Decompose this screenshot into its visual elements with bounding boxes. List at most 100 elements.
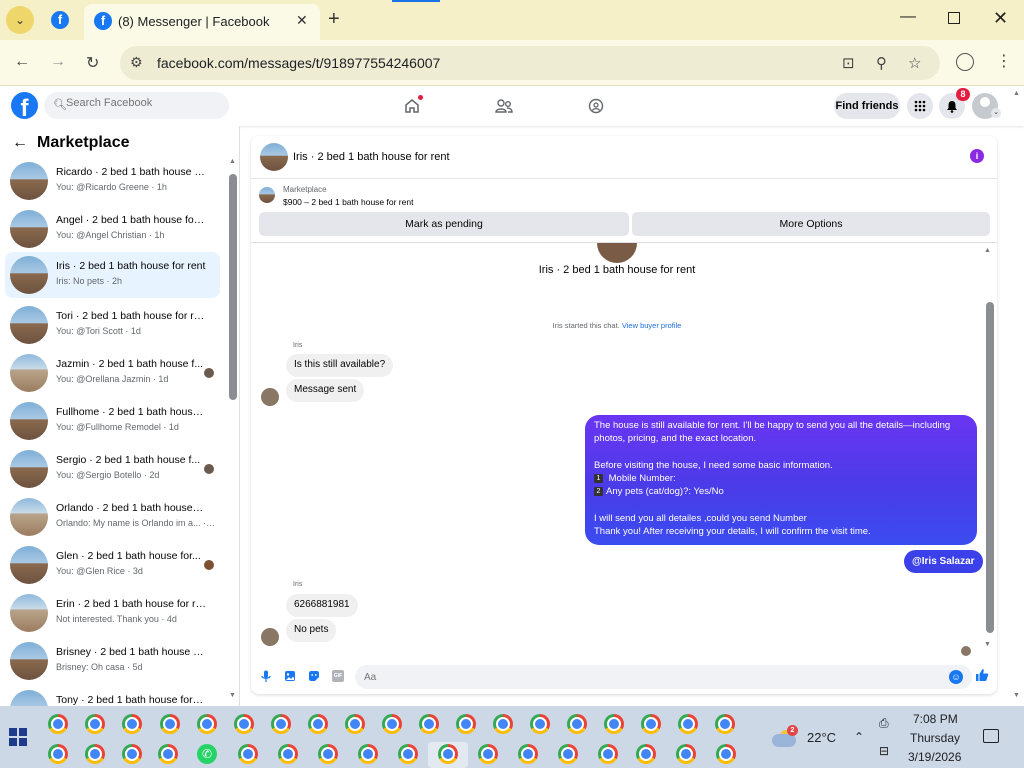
back-icon[interactable]: ← [14, 53, 30, 71]
sidebar-scroll-down-icon[interactable]: ▼ [229, 692, 236, 699]
conversation-item[interactable]: Orlando · 2 bed 1 bath house f... Orland… [5, 494, 220, 540]
chrome-taskbar-icon[interactable] [678, 714, 698, 734]
browser-menu-icon[interactable]: ⋮ [996, 51, 1012, 71]
chrome-taskbar-icon[interactable] [604, 714, 624, 734]
chrome-taskbar-icon[interactable] [271, 714, 291, 734]
photo-icon[interactable] [283, 670, 297, 684]
chrome-taskbar-icon[interactable] [197, 714, 217, 734]
chrome-taskbar-icon[interactable] [158, 744, 178, 764]
bookmark-star-icon[interactable]: ☆ [908, 54, 921, 72]
profile-icon[interactable] [956, 53, 974, 71]
chrome-taskbar-icon[interactable] [641, 714, 661, 734]
chrome-taskbar-icon[interactable] [398, 744, 418, 764]
chrome-taskbar-icon[interactable] [122, 714, 142, 734]
zoom-icon[interactable]: ⚲ [876, 54, 887, 72]
chrome-taskbar-icon[interactable] [598, 744, 618, 764]
windows-start-icon[interactable] [9, 728, 27, 746]
clock-day[interactable]: Thursday [910, 731, 960, 745]
reload-icon[interactable]: ↻ [86, 53, 99, 73]
conversation-item[interactable]: Tori · 2 bed 1 bath house for rent You: … [5, 302, 220, 348]
chrome-taskbar-icon[interactable] [85, 744, 105, 764]
network-icon[interactable]: ⊟ [879, 744, 889, 758]
facebook-tab-icon[interactable]: f [51, 11, 69, 29]
message-bubble-incoming[interactable]: 6266881981 [286, 594, 358, 617]
sticker-icon[interactable] [307, 670, 321, 684]
chrome-taskbar-icon[interactable] [238, 744, 258, 764]
tab-close-icon[interactable]: ✕ [296, 12, 308, 29]
chrome-taskbar-icon[interactable] [48, 744, 68, 764]
chat-scroll-down-icon[interactable]: ▼ [984, 641, 991, 648]
conversation-item[interactable]: Tony · 2 bed 1 bath house for r... [5, 686, 220, 706]
groups-icon[interactable] [585, 95, 607, 117]
chrome-taskbar-icon[interactable] [716, 744, 736, 764]
chrome-taskbar-icon[interactable] [636, 744, 656, 764]
chat-avatar[interactable] [260, 143, 288, 171]
chat-scrollbar[interactable] [986, 302, 994, 633]
tab-messenger[interactable]: f (8) Messenger | Facebook ✕ [84, 4, 320, 40]
window-close-icon[interactable]: ✕ [993, 8, 1008, 29]
forward-icon[interactable]: → [50, 53, 66, 71]
gif-icon[interactable]: GIF [332, 670, 344, 682]
listing-price[interactable]: $900 – 2 bed 1 bath house for rent [283, 197, 413, 207]
conversation-item[interactable]: Angel · 2 bed 1 bath house for ... You: … [5, 206, 220, 252]
more-options-button[interactable]: More Options [632, 212, 990, 236]
mention-bubble-outgoing[interactable]: @Iris Salazar [904, 550, 983, 573]
sidebar-scrollbar[interactable] [229, 174, 237, 400]
chrome-taskbar-icon[interactable] [518, 744, 538, 764]
restore-icon[interactable] [948, 12, 960, 24]
view-buyer-profile-link[interactable]: View buyer profile [622, 321, 681, 330]
message-bubble-incoming[interactable]: No pets [286, 619, 337, 642]
chrome-taskbar-icon[interactable] [676, 744, 696, 764]
meet-now-icon[interactable]: ⎙ [879, 716, 889, 731]
install-app-icon[interactable]: ⊡ [842, 54, 855, 72]
account-chevron-icon[interactable]: ⌄ [991, 108, 1001, 118]
whatsapp-taskbar-icon[interactable]: ✆ [197, 744, 217, 764]
conversation-item[interactable]: Glen · 2 bed 1 bath house for... You: @G… [5, 542, 220, 588]
chrome-taskbar-icon[interactable] [530, 714, 550, 734]
chrome-taskbar-icon[interactable] [122, 744, 142, 764]
sender-avatar[interactable] [261, 628, 279, 646]
sidebar-scroll-up-icon[interactable]: ▲ [229, 158, 236, 165]
chrome-taskbar-icon[interactable] [456, 714, 476, 734]
chrome-taskbar-icon[interactable] [358, 744, 378, 764]
chrome-taskbar-icon[interactable] [278, 744, 298, 764]
chat-title[interactable]: Iris · 2 bed 1 bath house for rent [293, 151, 450, 163]
chrome-taskbar-icon[interactable] [478, 744, 498, 764]
search-box[interactable]: 🔍︎ [44, 92, 229, 119]
conversation-item[interactable]: Erin · 2 bed 1 bath house for rent Not i… [5, 590, 220, 636]
chrome-taskbar-icon[interactable] [558, 744, 578, 764]
chrome-taskbar-icon[interactable] [160, 714, 180, 734]
conversation-item[interactable]: Fullhome · 2 bed 1 bath house f... You: … [5, 398, 220, 444]
back-arrow-icon[interactable]: ← [12, 134, 28, 152]
search-input[interactable] [66, 97, 226, 109]
chrome-taskbar-icon[interactable] [567, 714, 587, 734]
microphone-icon[interactable] [259, 670, 273, 684]
message-bubble-outgoing[interactable]: The house is still available for rent. I… [585, 415, 977, 545]
chrome-taskbar-icon[interactable] [85, 714, 105, 734]
emoji-icon[interactable]: ☺ [949, 670, 963, 684]
message-input[interactable] [355, 665, 972, 689]
thumbs-up-icon[interactable] [975, 668, 989, 685]
chrome-taskbar-icon[interactable] [345, 714, 365, 734]
conversation-item[interactable]: Sergio · 2 bed 1 bath house f... You: @S… [5, 446, 220, 492]
info-icon[interactable]: i [970, 149, 984, 163]
page-scroll-down-icon[interactable]: ▼ [1013, 692, 1020, 699]
conversation-item-active[interactable]: Iris · 2 bed 1 bath house for rent Iris:… [5, 252, 220, 298]
chrome-taskbar-icon[interactable] [318, 744, 338, 764]
conversation-item[interactable]: Ricardo · 2 bed 1 bath house fo... You: … [5, 158, 220, 204]
listing-thumbnail[interactable] [259, 187, 275, 203]
site-info-icon[interactable]: ⚙ [130, 54, 143, 71]
chat-scroll-up-icon[interactable]: ▲ [984, 247, 991, 254]
find-friends-button[interactable]: Find friends [834, 93, 900, 119]
mark-as-pending-button[interactable]: Mark as pending [259, 212, 629, 236]
facebook-logo[interactable]: f [11, 92, 38, 119]
sender-avatar[interactable] [261, 388, 279, 406]
notification-center-icon[interactable] [983, 729, 999, 743]
conversation-item[interactable]: Jazmin · 2 bed 1 bath house f... You: @O… [5, 350, 220, 396]
friends-icon[interactable] [493, 95, 515, 117]
address-bar[interactable]: ⚙ facebook.com/messages/t/91897755424600… [120, 46, 940, 80]
new-tab-icon[interactable]: + [328, 8, 340, 31]
weather-temperature[interactable]: 22°C [807, 730, 836, 745]
menu-grid-icon[interactable] [907, 93, 933, 119]
chrome-taskbar-icon[interactable] [308, 714, 328, 734]
